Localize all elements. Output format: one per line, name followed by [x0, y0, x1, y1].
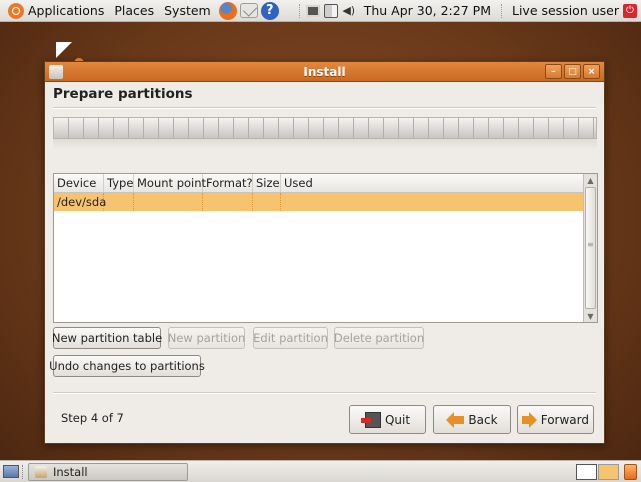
- column-header-mount-point[interactable]: Mount point: [134, 174, 206, 192]
- minimize-button[interactable]: –: [545, 64, 562, 79]
- taskbar-item-label: Install: [53, 465, 88, 479]
- back-label: Back: [468, 412, 498, 427]
- page-title: Prepare partitions: [53, 86, 193, 102]
- top-panel: Applications Places System ? ◀) Thu Apr …: [0, 0, 641, 22]
- delete-partition-button[interactable]: Delete partition: [334, 327, 424, 349]
- installer-taskbar-icon: [35, 466, 47, 478]
- column-header-device[interactable]: Device: [54, 174, 104, 192]
- window-controls: – □ ×: [545, 64, 600, 79]
- tray-separator: [500, 3, 502, 18]
- network-monitor-icon: [305, 4, 320, 17]
- mail-icon[interactable]: [239, 3, 258, 18]
- edit-partition-button[interactable]: Edit partition: [253, 327, 328, 349]
- heading-divider: [53, 107, 596, 109]
- quit-icon: [360, 411, 381, 428]
- new-partition-table-button[interactable]: New partition table: [52, 327, 162, 349]
- cell-device: /dev/sda: [54, 193, 106, 211]
- install-arrow-icon: [56, 42, 72, 58]
- applications-menu-label: Applications: [28, 3, 105, 18]
- column-header-format[interactable]: Format?: [203, 174, 253, 192]
- panel-handle[interactable]: [22, 465, 24, 479]
- bottom-panel: Install: [0, 460, 641, 482]
- ubuntu-logo-icon: [8, 2, 24, 19]
- partition-table: Device Type Mount point Format? Size Use…: [53, 173, 598, 323]
- cell-used: [281, 193, 597, 211]
- cell-mount-point: [134, 193, 203, 211]
- battery-icon[interactable]: [323, 3, 338, 18]
- scroll-thumb[interactable]: [585, 187, 596, 309]
- column-header-size[interactable]: Size: [253, 174, 281, 192]
- forward-arrow-icon: [522, 411, 537, 428]
- firefox-icon[interactable]: [218, 1, 237, 20]
- column-header-type[interactable]: Type: [104, 174, 134, 192]
- maximize-button[interactable]: □: [564, 64, 581, 79]
- cell-format: [203, 193, 253, 211]
- forward-label: Forward: [540, 412, 589, 427]
- taskbar-item-install[interactable]: Install: [28, 463, 188, 481]
- step-indicator: Step 4 of 7: [61, 411, 124, 425]
- back-button[interactable]: Back: [433, 405, 511, 434]
- system-menu[interactable]: System: [159, 0, 216, 22]
- clock[interactable]: Thu Apr 30, 2:27 PM: [358, 3, 497, 18]
- battery-shape-icon: [323, 3, 338, 18]
- places-menu[interactable]: Places: [109, 0, 159, 22]
- workspace-1[interactable]: [576, 464, 597, 480]
- volume-icon[interactable]: ◀): [342, 4, 356, 18]
- trash-icon[interactable]: [624, 464, 637, 480]
- quit-label: Quit: [384, 412, 411, 427]
- partition-bar-shadow: [53, 139, 597, 149]
- install-window: Install – □ × Prepare partitions Device …: [44, 61, 605, 444]
- workspace-2[interactable]: [598, 464, 619, 480]
- footer-divider: [53, 392, 596, 394]
- new-partition-button[interactable]: New partition: [168, 327, 245, 349]
- applications-menu[interactable]: Applications: [0, 0, 109, 22]
- tray-separator: [298, 3, 300, 18]
- scroll-up-icon[interactable]: ▲: [584, 174, 597, 186]
- window-titlebar[interactable]: Install – □ ×: [45, 62, 604, 82]
- cell-type: [104, 193, 134, 211]
- system-tray: ◀) Thu Apr 30, 2:27 PM Live session user…: [295, 0, 641, 22]
- user-menu[interactable]: Live session user: [506, 3, 623, 18]
- back-arrow-icon: [446, 411, 465, 428]
- installer-app-icon[interactable]: [49, 65, 63, 79]
- show-desktop-icon[interactable]: [3, 465, 19, 478]
- power-icon[interactable]: ⏻: [623, 3, 637, 18]
- window-title: Install: [303, 64, 346, 79]
- scroll-down-icon[interactable]: ▼: [584, 310, 597, 322]
- cell-size: [253, 193, 281, 211]
- partition-bar: [53, 117, 597, 139]
- table-row[interactable]: /dev/sda: [54, 193, 597, 211]
- undo-changes-button[interactable]: Undo changes to partitions: [49, 355, 205, 377]
- network-icon[interactable]: [305, 4, 320, 18]
- table-scrollbar[interactable]: ▲ ▼: [583, 174, 597, 322]
- forward-button[interactable]: Forward: [517, 405, 594, 434]
- table-header: Device Type Mount point Format? Size Use…: [54, 174, 597, 193]
- close-button[interactable]: ×: [583, 64, 600, 79]
- quit-button[interactable]: Quit: [349, 405, 426, 434]
- help-icon[interactable]: ?: [260, 1, 279, 20]
- column-header-used[interactable]: Used: [281, 174, 597, 192]
